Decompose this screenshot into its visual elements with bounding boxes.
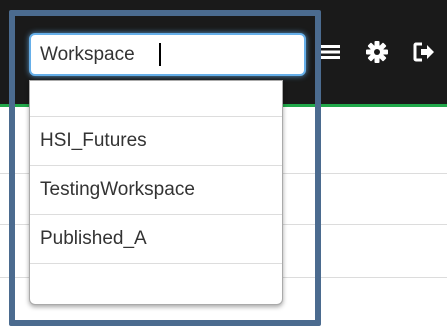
menu-icon[interactable] bbox=[318, 40, 342, 64]
page: HSI_Futures TestingWorkspace Published_A bbox=[0, 0, 447, 328]
sign-out-icon[interactable] bbox=[412, 40, 436, 64]
gear-icon[interactable] bbox=[365, 40, 389, 64]
highlight-frame bbox=[9, 10, 321, 326]
